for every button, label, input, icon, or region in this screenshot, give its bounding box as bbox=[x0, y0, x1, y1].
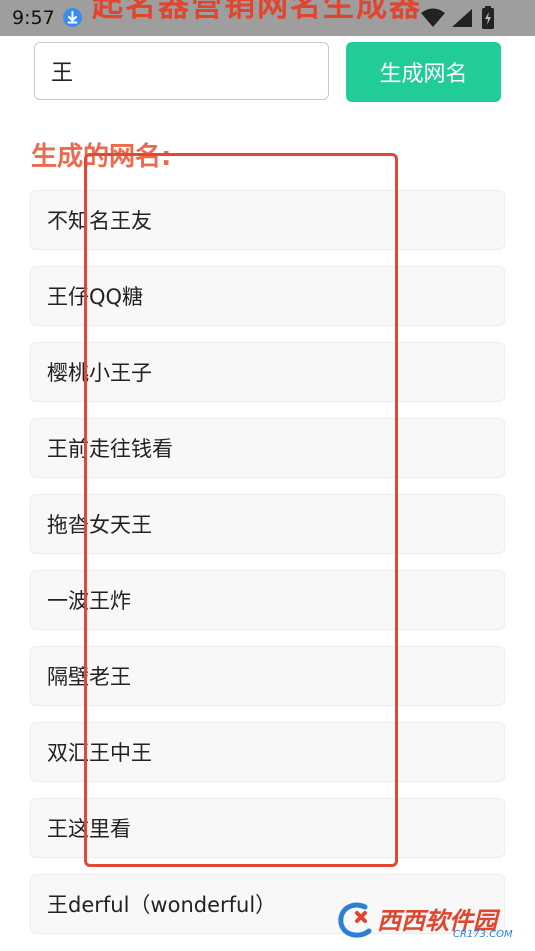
results-list: 不知名王友 王仔QQ糖 樱桃小王子 王前走往钱看 拖沓女天王 一波王炸 隔壁老王… bbox=[30, 190, 505, 950]
logo-swirl-icon bbox=[338, 902, 372, 938]
signal-icon bbox=[452, 9, 472, 27]
section-heading: 生成的网名: bbox=[31, 142, 172, 172]
battery-icon bbox=[482, 6, 494, 29]
status-time: 9:57 bbox=[12, 7, 55, 29]
result-item[interactable]: 王这里看 bbox=[30, 798, 505, 858]
status-bar: 9:57 起名器营销网名生成器 bbox=[0, 0, 535, 36]
watermark-subtext: CR173.COM bbox=[453, 929, 513, 940]
result-item[interactable]: 双汇王中王 bbox=[30, 722, 505, 782]
result-item[interactable]: 隔壁老王 bbox=[30, 646, 505, 706]
result-item[interactable]: 一波王炸 bbox=[30, 570, 505, 630]
banner-title: 起名器营销网名生成器 bbox=[92, 0, 422, 24]
result-item[interactable]: 拖沓女天王 bbox=[30, 494, 505, 554]
result-item[interactable]: 王仔QQ糖 bbox=[30, 266, 505, 326]
wifi-icon bbox=[421, 8, 445, 27]
watermark-logo: 西西软件园 CR173.COM bbox=[335, 899, 515, 943]
search-input[interactable] bbox=[34, 42, 329, 100]
generate-button[interactable]: 生成网名 bbox=[346, 42, 501, 102]
result-item[interactable]: 不知名王友 bbox=[30, 190, 505, 250]
result-item[interactable]: 王前走往钱看 bbox=[30, 418, 505, 478]
result-item[interactable]: 樱桃小王子 bbox=[30, 342, 505, 402]
download-icon bbox=[63, 8, 82, 27]
